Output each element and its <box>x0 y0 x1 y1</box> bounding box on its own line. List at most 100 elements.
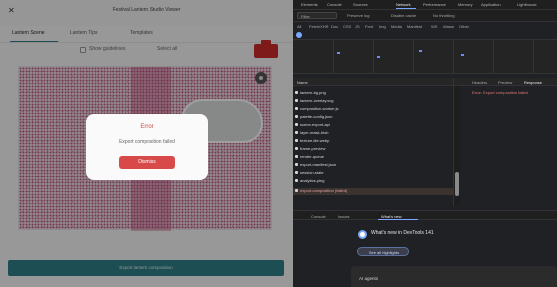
request-row[interactable]: analytics-ping <box>293 178 453 185</box>
file-icon <box>295 107 298 110</box>
filter-media[interactable]: Media <box>391 24 402 29</box>
request-name: texture-tile.webp <box>300 138 330 143</box>
timeline-gridline <box>333 40 334 74</box>
timeline-gridline <box>453 40 454 74</box>
request-name: export-manifest.json <box>300 162 337 167</box>
devtools-tab-memory[interactable]: Memory <box>458 2 472 7</box>
file-icon <box>295 99 298 102</box>
chrome-devtools-icon <box>358 230 367 239</box>
request-row[interactable]: lantern-overlay.svg <box>293 98 453 105</box>
filter-font[interactable]: Font <box>365 24 373 29</box>
devtools-tab-console[interactable]: Console <box>327 2 342 7</box>
filter-fetch[interactable]: Fetch/XHR <box>309 24 329 29</box>
request-name: session-state <box>300 170 324 175</box>
timeline-gridline <box>373 40 374 74</box>
disable-cache-label[interactable]: Disable cache <box>391 13 416 18</box>
error-dialog-message: Export composition failed <box>119 139 175 145</box>
filter-other[interactable]: Other <box>459 24 469 29</box>
request-name: palette-config.json <box>300 114 333 119</box>
request-row-selected[interactable]: export-composition (failed) <box>293 188 453 195</box>
devtools-tab-elements[interactable]: Elements <box>301 2 318 7</box>
devtools-tab-application[interactable]: Application <box>481 2 501 7</box>
error-dialog: Error Export composition failed Dismiss <box>86 114 208 180</box>
drawer-tabs: Console Issues What's new <box>293 210 557 220</box>
tab-preview[interactable]: Preview <box>498 80 512 85</box>
timeline-bar <box>461 54 464 56</box>
timeline-gridline <box>533 40 534 74</box>
request-row[interactable]: render-queue <box>293 154 453 161</box>
request-name: frame-preview <box>300 146 326 151</box>
filter-js[interactable]: JS <box>355 24 360 29</box>
request-detail-tabs: Headers Preview Response <box>468 78 557 86</box>
filter-manifest[interactable]: Manifest <box>407 24 422 29</box>
name-column-header[interactable]: Name <box>297 80 308 85</box>
filter-img[interactable]: Img <box>379 24 386 29</box>
file-icon <box>295 131 298 134</box>
network-timeline <box>293 40 557 74</box>
file-icon <box>295 147 298 150</box>
filter-ws[interactable]: WS <box>431 24 437 29</box>
request-row[interactable]: frame-preview <box>293 146 453 153</box>
response-preview: Error: Export composition failed <box>468 86 557 206</box>
tab-response[interactable]: Response <box>524 80 542 85</box>
record-icon[interactable] <box>296 32 302 38</box>
request-name: analytics-ping <box>300 178 325 183</box>
type-filter-bar: All Fetch/XHR Doc CSS JS Font Img Media … <box>293 22 557 30</box>
request-row[interactable]: export-manifest.json <box>293 162 453 169</box>
see-highlights-button[interactable]: See all highlights <box>357 247 409 256</box>
request-row[interactable]: lantern-bg.png <box>293 90 453 97</box>
timeline-bar <box>377 56 380 58</box>
request-name: lantern-overlay.svg <box>300 98 334 103</box>
drawer-active-tab-indicator <box>378 219 418 220</box>
file-icon <box>295 123 298 126</box>
filter-placeholder: Filter <box>301 14 310 19</box>
request-name: layer-mask-blob <box>300 130 329 135</box>
request-list: lantern-bg.png lantern-overlay.svg compo… <box>293 86 453 206</box>
request-row[interactable]: composition-worker.js <box>293 106 453 113</box>
whats-new-card-title: AI agents <box>359 276 379 281</box>
request-row[interactable]: layer-mask-blob <box>293 130 453 137</box>
throttling-select[interactable]: No throttling <box>433 13 455 18</box>
file-icon <box>295 179 298 182</box>
filter-input[interactable]: Filter <box>297 12 337 19</box>
dismiss-button[interactable]: Dismiss <box>119 156 175 169</box>
devtools-section-row <box>293 30 557 40</box>
scrollbar-thumb[interactable] <box>455 172 459 196</box>
request-name: scene-export-api <box>300 122 330 127</box>
devtools-tab-performance[interactable]: Performance <box>423 2 446 7</box>
preserve-log-label[interactable]: Preserve log <box>347 13 369 18</box>
filter-css[interactable]: CSS <box>343 24 351 29</box>
devtools-tab-lighthouse[interactable]: Lighthouse <box>517 2 537 7</box>
request-row[interactable]: session-state <box>293 170 453 177</box>
request-name: lantern-bg.png <box>300 90 326 95</box>
drawer-tab-issues[interactable]: Issues <box>338 214 350 219</box>
request-row[interactable]: palette-config.json <box>293 114 453 121</box>
lantern-app: ✕ Festival Lantern Studio Viewer Lantern… <box>0 0 293 287</box>
filter-all[interactable]: All <box>297 24 301 29</box>
see-highlights-label: See all highlights <box>368 250 400 255</box>
devtools-active-tab-indicator <box>396 8 416 9</box>
file-icon <box>295 171 298 174</box>
filter-doc[interactable]: Doc <box>331 24 338 29</box>
tab-headers[interactable]: Headers <box>472 80 487 85</box>
request-row[interactable]: scene-export-api <box>293 122 453 129</box>
whats-new-title: What's new in DevTools 141 <box>371 230 434 236</box>
devtools-tab-network[interactable]: Network <box>396 2 411 7</box>
timeline-bar <box>337 52 340 54</box>
devtools-tab-sources[interactable]: Sources <box>353 2 368 7</box>
whats-new-panel: What's new in DevTools 141 See all highl… <box>293 222 557 287</box>
file-icon <box>295 115 298 118</box>
devtools-tabbar: Elements Console Sources Network Perform… <box>293 0 557 10</box>
drawer-tab-console[interactable]: Console <box>311 214 326 219</box>
whats-new-card[interactable]: AI agents <box>351 266 557 287</box>
file-icon <box>295 163 298 166</box>
file-icon <box>295 139 298 142</box>
filter-wasm[interactable]: Wasm <box>443 24 454 29</box>
file-icon <box>295 91 298 94</box>
request-name: render-queue <box>300 154 325 159</box>
timeline-bar <box>419 50 422 52</box>
timeline-gridline <box>413 40 414 74</box>
network-toolbar: Filter Preserve log Disable cache No thr… <box>293 10 557 22</box>
request-row[interactable]: texture-tile.webp <box>293 138 453 145</box>
file-icon <box>295 155 298 158</box>
